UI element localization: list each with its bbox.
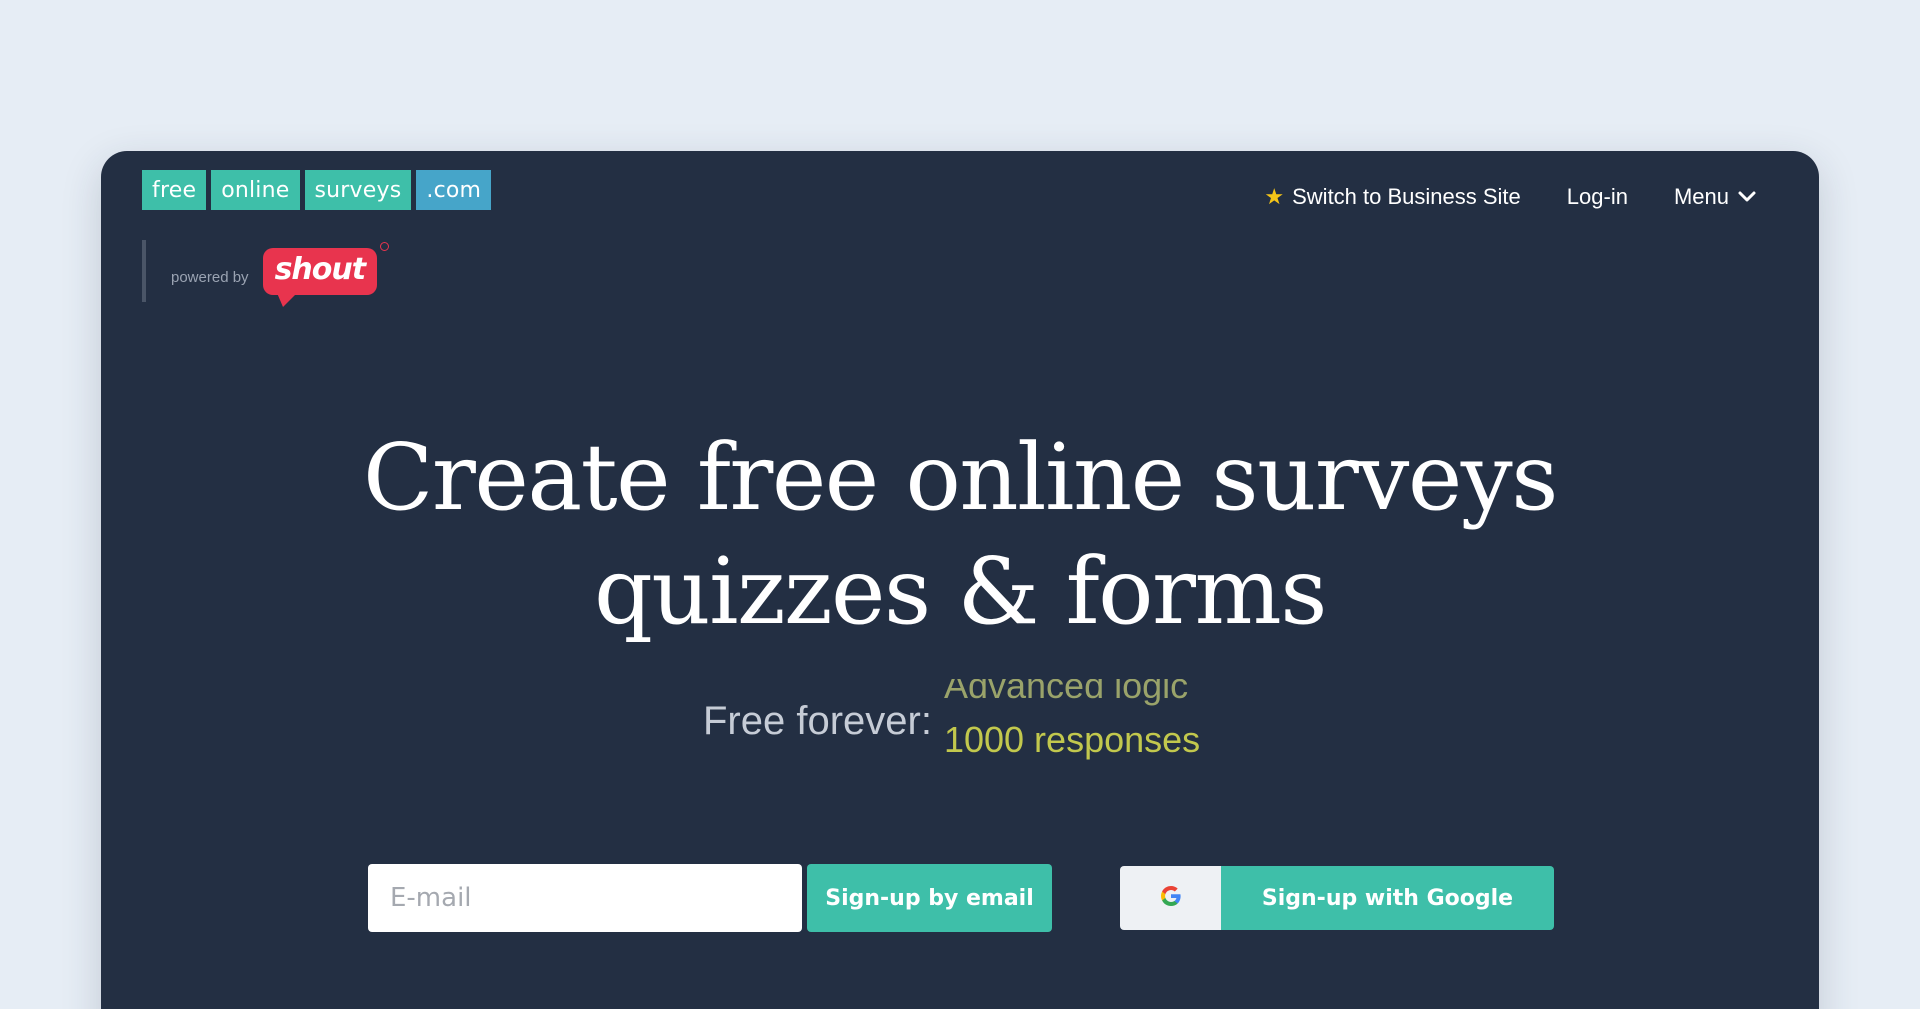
logo-part-surveys: surveys xyxy=(304,170,412,210)
logo-part-online: online xyxy=(211,170,300,210)
shout-logo-text: shout xyxy=(274,251,367,287)
registered-mark xyxy=(380,241,390,251)
hero-card: free online surveys .com powered by shou… xyxy=(101,151,1819,1009)
ticker-item: Advanced logic xyxy=(943,679,1189,706)
subtitle-label: Free forever: xyxy=(703,698,932,743)
logo-part-com: .com xyxy=(416,170,492,210)
page: free online surveys .com powered by shou… xyxy=(0,0,1920,1009)
powered-by-label: powered by xyxy=(171,268,249,286)
ticker-item: 1000 responses xyxy=(943,719,1201,760)
hero-line-1: Create free online surveys xyxy=(363,424,1558,531)
star-icon: ★ xyxy=(1264,184,1285,209)
switch-business-link[interactable]: ★ Switch to Business Site xyxy=(1264,184,1520,210)
google-g-icon xyxy=(1159,884,1183,913)
login-link[interactable]: Log-in xyxy=(1567,184,1628,210)
subtitle: Free forever: Advanced logic 1000 respon… xyxy=(703,679,1264,763)
chevron-down-icon xyxy=(1737,190,1757,204)
feature-ticker: Advanced logic 1000 responses xyxy=(944,679,1264,763)
menu-label: Menu xyxy=(1673,184,1729,209)
signup-google-label: Sign-up with Google xyxy=(1221,866,1554,930)
switch-business-label: Switch to Business Site xyxy=(1292,184,1521,209)
top-nav: ★ Switch to Business Site Log-in Menu xyxy=(1264,184,1757,210)
powered-by: powered by shout xyxy=(142,240,390,307)
divider xyxy=(142,240,146,302)
menu-button[interactable]: Menu xyxy=(1674,184,1757,210)
email-input[interactable] xyxy=(368,864,802,932)
signup-google-button[interactable]: Sign-up with Google xyxy=(1120,866,1554,930)
shout-logo: shout xyxy=(262,241,390,307)
logo-part-free: free xyxy=(142,170,207,210)
login-label: Log-in xyxy=(1566,184,1628,209)
signup-email-button[interactable]: Sign-up by email xyxy=(807,864,1052,932)
site-logo[interactable]: free online surveys .com xyxy=(142,170,492,210)
google-icon-area xyxy=(1120,866,1221,930)
hero-heading: Create free online surveys quizzes & for… xyxy=(101,421,1819,649)
hero-line-2: quizzes & forms xyxy=(594,538,1327,645)
